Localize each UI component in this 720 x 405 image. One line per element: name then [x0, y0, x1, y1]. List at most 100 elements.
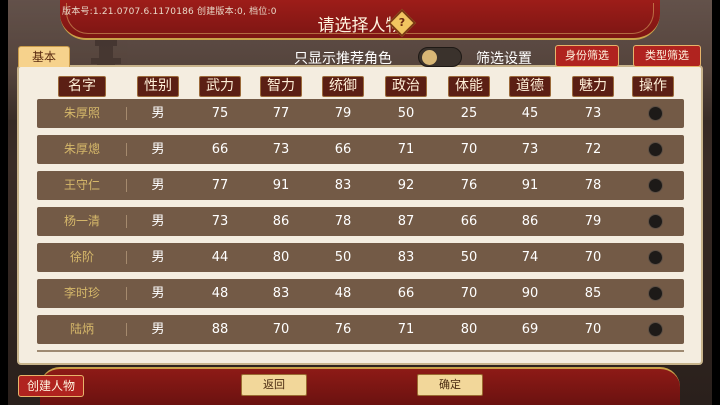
- column-header-action: 操作: [632, 76, 674, 97]
- column-header-morality[interactable]: 道德: [509, 76, 551, 97]
- game-screen: 版本号:1.21.0707.6.1170186 创建版本:0, 档位:0 请选择…: [0, 0, 720, 405]
- row-command: 76: [334, 322, 352, 337]
- row-force: 44: [211, 250, 229, 265]
- back-button[interactable]: 返回: [241, 374, 307, 396]
- row-stamina: 76: [460, 178, 478, 193]
- right-letterbox: [712, 0, 720, 405]
- row-intellect: 70: [272, 322, 290, 337]
- identity-filter-button[interactable]: 身份筛选: [555, 45, 619, 67]
- page-title: 请选择人物: [317, 16, 403, 36]
- row-stamina: 70: [460, 286, 478, 301]
- row-force: 75: [211, 106, 229, 121]
- row-gender: 男: [151, 178, 165, 193]
- table-row[interactable]: 杨一清 男 73 86 78 87 66 86 79: [37, 207, 684, 236]
- row-select-radio[interactable]: [648, 286, 663, 301]
- column-header-intellect[interactable]: 智力: [260, 76, 302, 97]
- row-gender: 男: [151, 250, 165, 265]
- row-stamina: 66: [460, 214, 478, 229]
- filter-settings-label: 筛选设置: [476, 51, 532, 67]
- row-command: 83: [334, 178, 352, 193]
- row-charm: 78: [584, 178, 602, 193]
- row-gender: 男: [151, 214, 165, 229]
- row-select-radio[interactable]: [648, 250, 663, 265]
- row-morality: 74: [521, 250, 539, 265]
- only-recommended-toggle[interactable]: [418, 47, 462, 67]
- row-force: 73: [211, 214, 229, 229]
- scroll-indicator[interactable]: [37, 350, 684, 352]
- row-politics: 66: [397, 286, 415, 301]
- row-intellect: 80: [272, 250, 290, 265]
- column-header-politics[interactable]: 政治: [385, 76, 427, 97]
- row-select-radio[interactable]: [648, 142, 663, 157]
- row-name: 李时珍: [63, 286, 100, 300]
- row-politics: 83: [397, 250, 415, 265]
- row-command: 48: [334, 286, 352, 301]
- row-charm: 73: [584, 106, 602, 121]
- row-stamina: 70: [460, 142, 478, 157]
- tab-basic[interactable]: 基本: [18, 46, 70, 67]
- row-name: 徐阶: [69, 250, 94, 264]
- row-gender: 男: [151, 106, 165, 121]
- column-header-charm[interactable]: 魅力: [572, 76, 614, 97]
- row-force: 66: [211, 142, 229, 157]
- row-force: 48: [211, 286, 229, 301]
- type-filter-button[interactable]: 类型筛选: [633, 45, 701, 67]
- row-charm: 70: [584, 322, 602, 337]
- row-stamina: 80: [460, 322, 478, 337]
- row-politics: 71: [397, 322, 415, 337]
- row-intellect: 77: [272, 106, 290, 121]
- left-letterbox: [0, 0, 8, 405]
- row-intellect: 86: [272, 214, 290, 229]
- row-politics: 71: [397, 142, 415, 157]
- row-name: 陆炳: [69, 322, 94, 336]
- column-header-command[interactable]: 统御: [322, 76, 364, 97]
- row-select-radio[interactable]: [648, 178, 663, 193]
- row-force: 77: [211, 178, 229, 193]
- column-header-gender[interactable]: 性别: [137, 76, 179, 97]
- row-select-radio[interactable]: [648, 106, 663, 121]
- row-name: 朱厚熜: [63, 142, 100, 156]
- row-gender: 男: [151, 286, 165, 301]
- row-force: 88: [211, 322, 229, 337]
- row-gender: 男: [151, 142, 165, 157]
- table-row[interactable]: 陆炳 男 88 70 76 71 80 69 70: [37, 315, 684, 344]
- row-name: 朱厚照: [63, 106, 100, 120]
- row-charm: 85: [584, 286, 602, 301]
- row-stamina: 25: [460, 106, 478, 121]
- row-gender: 男: [151, 322, 165, 337]
- row-charm: 70: [584, 250, 602, 265]
- row-morality: 90: [521, 286, 539, 301]
- create-character-button[interactable]: 创建人物: [18, 375, 84, 397]
- row-politics: 50: [397, 106, 415, 121]
- only-recommended-label: 只显示推荐角色: [294, 51, 392, 67]
- column-header-name[interactable]: 名字: [58, 76, 106, 97]
- column-header-stamina[interactable]: 体能: [448, 76, 490, 97]
- row-select-radio[interactable]: [648, 322, 663, 337]
- row-intellect: 91: [272, 178, 290, 193]
- row-morality: 73: [521, 142, 539, 157]
- row-select-radio[interactable]: [648, 214, 663, 229]
- row-morality: 91: [521, 178, 539, 193]
- table-row[interactable]: 王守仁 男 77 91 83 92 76 91 78: [37, 171, 684, 200]
- row-morality: 45: [521, 106, 539, 121]
- column-header-force[interactable]: 武力: [199, 76, 241, 97]
- confirm-button[interactable]: 确定: [417, 374, 483, 396]
- row-charm: 79: [584, 214, 602, 229]
- row-command: 79: [334, 106, 352, 121]
- row-command: 66: [334, 142, 352, 157]
- row-name: 王守仁: [63, 178, 100, 192]
- row-intellect: 73: [272, 142, 290, 157]
- row-politics: 87: [397, 214, 415, 229]
- row-stamina: 50: [460, 250, 478, 265]
- row-command: 50: [334, 250, 352, 265]
- bottom-banner: [40, 367, 680, 405]
- row-morality: 69: [521, 322, 539, 337]
- table-row[interactable]: 朱厚熜 男 66 73 66 71 70 73 72: [37, 135, 684, 164]
- table-row[interactable]: 朱厚照 男 75 77 79 50 25 45 73: [37, 99, 684, 128]
- row-charm: 72: [584, 142, 602, 157]
- row-name: 杨一清: [63, 214, 100, 228]
- row-intellect: 83: [272, 286, 290, 301]
- row-politics: 92: [397, 178, 415, 193]
- table-row[interactable]: 李时珍 男 48 83 48 66 70 90 85: [37, 279, 684, 308]
- table-row[interactable]: 徐阶 男 44 80 50 83 50 74 70: [37, 243, 684, 272]
